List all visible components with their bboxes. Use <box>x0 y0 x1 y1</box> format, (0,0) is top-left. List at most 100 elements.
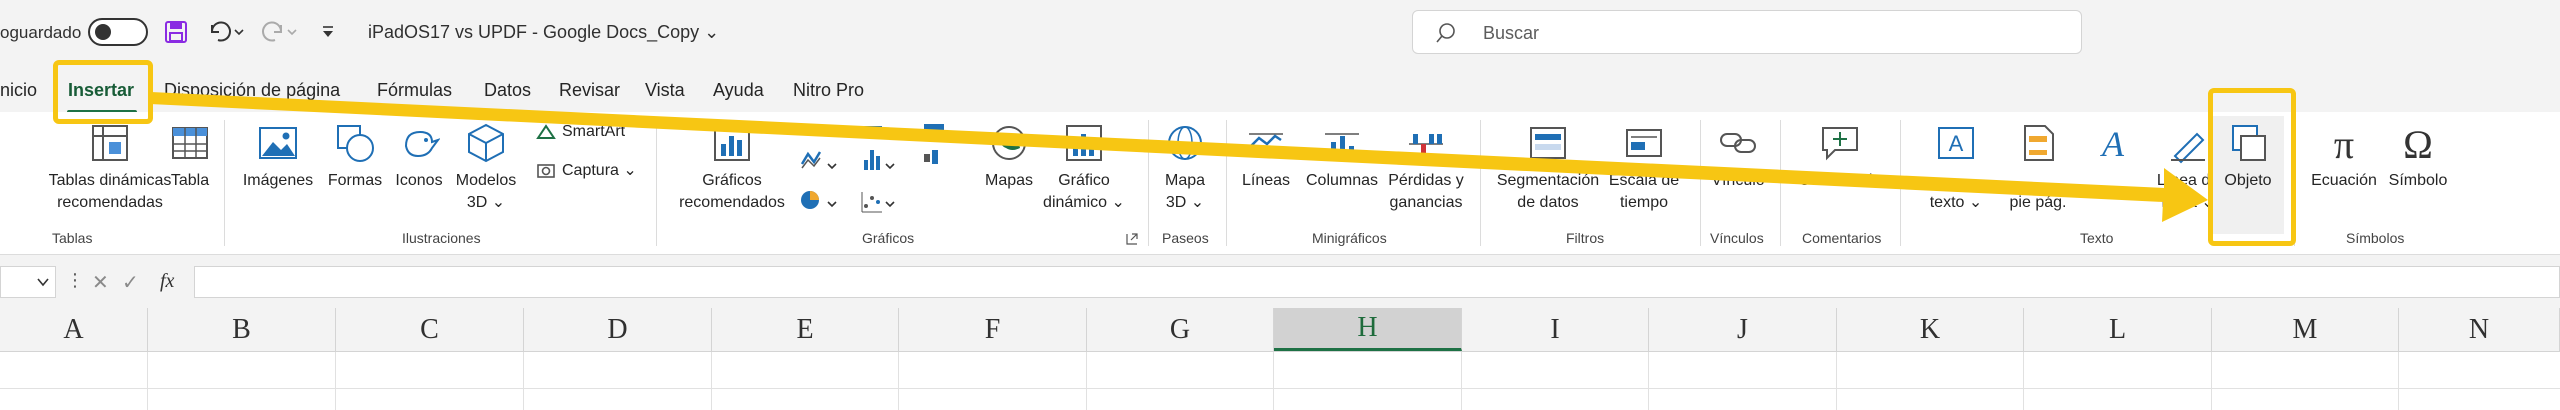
column-header-n[interactable]: N <box>2399 308 2560 351</box>
smartart-button[interactable]: SmartArt <box>536 122 625 142</box>
column-header-m[interactable]: M <box>2212 308 2399 351</box>
imagenes-label: Imágenes <box>242 172 314 189</box>
mapa-3d-button[interactable]: Mapa 3D ⌄ <box>1152 122 1218 214</box>
comentario-button[interactable]: Comentario <box>1790 122 1890 192</box>
tab-datos[interactable]: Datos <box>484 80 531 101</box>
formas-button[interactable]: Formas <box>320 122 390 192</box>
escala-tiempo-button[interactable]: Escala de tiempo <box>1604 122 1684 214</box>
undo-icon[interactable] <box>205 18 245 46</box>
perdidas-ganancias-button[interactable]: Pérdidas y ganancias <box>1386 122 1466 214</box>
tab-inicio[interactable]: nicio <box>0 80 37 101</box>
sparkline-line-icon <box>1249 133 1283 153</box>
autosave-toggle[interactable] <box>88 18 148 46</box>
globe-icon <box>1168 126 1202 160</box>
perdidas-ganancias-label: Pérdidas y ganancias <box>1388 172 1464 211</box>
group-filtros: Filtros <box>1566 230 1605 246</box>
signature-line-icon <box>2171 132 2205 164</box>
svg-text:Ω: Ω <box>2403 122 2433 164</box>
search-icon <box>1435 22 1457 49</box>
slicer-icon <box>1530 127 1566 159</box>
pi-icon: π <box>2334 122 2354 164</box>
smartart-icon <box>536 124 556 139</box>
timeline-icon <box>1626 129 1662 157</box>
comment-icon <box>1822 127 1858 161</box>
dialog-launcher-icon[interactable] <box>1126 232 1138 250</box>
tab-vista[interactable]: Vista <box>645 80 685 101</box>
textbox-icon: A <box>1938 127 1974 159</box>
formula-input[interactable] <box>194 266 2560 298</box>
header-footer-icon <box>2024 125 2054 161</box>
tabla-button[interactable]: Tabla <box>160 122 220 192</box>
group-graficos: Gráficos <box>862 230 915 246</box>
cell-grid[interactable] <box>0 352 2560 410</box>
iconos-button[interactable]: Iconos <box>388 122 450 192</box>
lineas-button[interactable]: Líneas <box>1236 122 1296 192</box>
ecuacion-label: Ecuación <box>2311 172 2377 189</box>
chart-types-icon <box>800 124 944 213</box>
column-header-i[interactable]: I <box>1462 308 1649 351</box>
customize-toolbar-icon[interactable] <box>318 18 338 46</box>
vinculo-label: Vínculo <box>1711 172 1765 189</box>
columnas-button[interactable]: Columnas <box>1300 122 1384 192</box>
more-icon[interactable]: ⋮ <box>66 270 84 291</box>
cube-icon <box>468 123 504 163</box>
document-title[interactable]: iPadOS17 vs UPDF - Google Docs_Copy ⌄ <box>368 22 719 43</box>
modelos-3d-label: Modelos 3D ⌄ <box>455 172 517 211</box>
imagenes-button[interactable]: Imágenes <box>238 122 318 192</box>
cancel-icon[interactable]: ✕ <box>92 270 109 295</box>
simbolo-button[interactable]: Ω Símbolo <box>2380 122 2456 192</box>
encabezado-pie-button[interactable]: pie pág. <box>1996 122 2080 214</box>
redo-icon[interactable] <box>258 18 298 46</box>
simbolo-label: Símbolo <box>2388 172 2448 189</box>
mapa-3d-label: Mapa 3D ⌄ <box>1164 172 1206 211</box>
group-texto: Texto <box>2080 230 2114 246</box>
tab-disposicion[interactable]: Disposición de página <box>164 80 340 101</box>
wordart-button[interactable]: A <box>2090 122 2136 170</box>
map-icon <box>992 126 1026 160</box>
recommended-chart-icon <box>714 125 750 161</box>
highlight-objeto-button <box>2208 88 2296 246</box>
column-header-b[interactable]: B <box>148 308 336 351</box>
segmentacion-button[interactable]: Segmentación de datos <box>1490 122 1606 214</box>
name-box[interactable] <box>0 266 56 298</box>
tab-nitro-pro[interactable]: Nitro Pro <box>793 80 864 101</box>
column-header-a[interactable]: A <box>0 308 148 351</box>
save-icon[interactable] <box>162 18 190 46</box>
svg-text:A: A <box>2100 124 2125 164</box>
group-paseos: Paseos <box>1162 230 1209 246</box>
highlight-insertar-tab <box>53 60 153 124</box>
escala-tiempo-label: Escala de tiempo <box>1608 172 1680 211</box>
group-tablas: Tablas <box>52 230 93 246</box>
column-header-e[interactable]: E <box>712 308 899 351</box>
omega-icon: Ω <box>2403 122 2433 164</box>
ecuacion-button[interactable]: π Ecuación <box>2302 122 2386 192</box>
enter-icon[interactable]: ✓ <box>122 270 139 295</box>
column-header-h[interactable]: H <box>1274 308 1462 351</box>
column-header-d[interactable]: D <box>524 308 712 351</box>
column-header-k[interactable]: K <box>1837 308 2024 351</box>
insert-function-icon[interactable]: fx <box>160 270 174 293</box>
column-header-c[interactable]: C <box>336 308 524 351</box>
sparkline-winloss-icon <box>1409 134 1443 154</box>
tab-formulas[interactable]: Fórmulas <box>377 80 452 101</box>
shapes-icon <box>337 125 374 162</box>
vinculo-button[interactable]: Vínculo <box>1706 122 1770 192</box>
tab-revisar[interactable]: Revisar <box>559 80 620 101</box>
mapas-button[interactable]: Mapas <box>974 122 1044 192</box>
column-header-j[interactable]: J <box>1649 308 1837 351</box>
graficos-recomendados-button[interactable]: Gráficos recomendados <box>668 122 796 214</box>
grafico-dinamico-button[interactable]: Gráfico dinámico ⌄ <box>1042 122 1126 214</box>
group-simbolos: Símbolos <box>2346 230 2405 246</box>
svg-text:π: π <box>2334 122 2354 164</box>
ribbon-tabs: nicio Insertar Disposición de página Fór… <box>0 70 2560 114</box>
captura-button[interactable]: Captura ⌄ <box>536 160 637 180</box>
column-header-f[interactable]: F <box>899 308 1087 351</box>
column-header-g[interactable]: G <box>1087 308 1274 351</box>
search-input[interactable]: Buscar <box>1412 10 2082 54</box>
cuadro-texto-button[interactable]: A texto ⌄ <box>1914 122 1998 214</box>
modelos-3d-button[interactable]: Modelos 3D ⌄ <box>446 122 526 214</box>
chart-gallery[interactable] <box>800 120 950 230</box>
tab-ayuda[interactable]: Ayuda <box>713 80 764 101</box>
column-header-l[interactable]: L <box>2024 308 2212 351</box>
pivot-table-icon <box>92 125 128 161</box>
